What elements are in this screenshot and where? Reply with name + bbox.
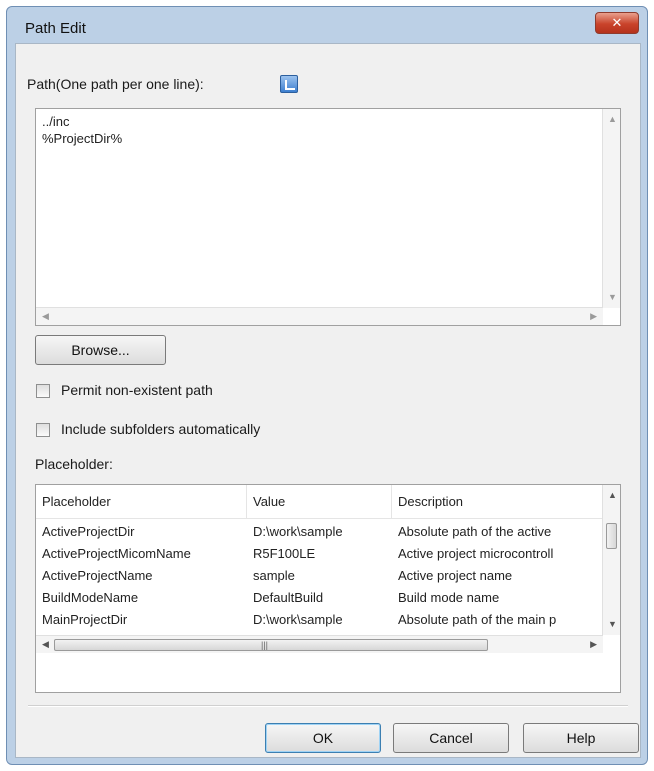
cancel-button[interactable]: Cancel [393, 723, 509, 753]
table-vertical-scrollbar[interactable]: ▲ ▼ [602, 485, 620, 635]
include-subfolders-checkbox[interactable] [36, 423, 50, 437]
dialog-title: Path Edit [25, 20, 86, 37]
vertical-scroll-thumb[interactable] [606, 523, 617, 549]
column-header-placeholder[interactable]: Placeholder [36, 485, 247, 519]
cell-placeholder: ActiveProjectMicomName [42, 546, 191, 561]
scroll-up-icon[interactable]: ▲ [608, 490, 617, 500]
cell-description: Active project name [398, 568, 513, 583]
table-row[interactable]: ActiveProjectMicomName R5F100LE Active p… [36, 543, 604, 565]
table-row[interactable]: ActiveProjectName sample Active project … [36, 565, 604, 587]
scroll-up-icon[interactable]: ▲ [608, 114, 617, 124]
table-header: Placeholder Value Description [36, 485, 604, 519]
path-help-icon[interactable] [280, 75, 298, 93]
cell-description: Absolute path of the main p [398, 612, 557, 627]
include-subfolders-label[interactable]: Include subfolders automatically [61, 421, 260, 437]
cell-placeholder: ActiveProjectName [42, 568, 153, 583]
placeholder-label: Placeholder: [35, 456, 113, 472]
placeholder-table[interactable]: Placeholder Value Description ActiveProj… [35, 484, 621, 693]
dialog-body: Path(One path per one line): ../inc %Pro… [15, 43, 641, 758]
cell-description: Absolute path of the active [398, 524, 552, 539]
table-horizontal-scrollbar[interactable]: ◀ ||| ▶ [36, 635, 603, 653]
browse-button[interactable]: Browse... [35, 335, 166, 365]
column-header-value[interactable]: Value [247, 485, 392, 519]
scroll-down-icon[interactable]: ▼ [608, 292, 617, 302]
table-row[interactable]: BuildModeName DefaultBuild Build mode na… [36, 587, 604, 609]
footer-separator [28, 705, 628, 707]
path-edit-dialog: Path Edit ✕ Path(One path per one line):… [6, 6, 648, 765]
cell-value: R5F100LE [253, 546, 316, 561]
cell-description: Active project microcontroll [398, 546, 554, 561]
scroll-left-icon[interactable]: ◀ [42, 639, 49, 650]
cell-value: DefaultBuild [253, 590, 324, 605]
close-button[interactable]: ✕ [595, 12, 639, 34]
permit-nonexistent-label[interactable]: Permit non-existent path [61, 382, 213, 398]
cell-description: Build mode name [398, 590, 500, 605]
grip-icon: ||| [261, 640, 269, 650]
table-row[interactable]: ActiveProjectDir D:\work\sample Absolute… [36, 521, 604, 543]
cell-placeholder: ActiveProjectDir [42, 524, 135, 539]
scroll-down-icon[interactable]: ▼ [608, 619, 617, 629]
cell-value: sample [253, 568, 295, 583]
title-bar[interactable]: Path Edit ✕ [7, 7, 647, 47]
horizontal-scroll-thumb[interactable]: ||| [54, 639, 488, 651]
path-text: ../inc %ProjectDir% [42, 114, 123, 146]
cell-value: D:\work\sample [253, 524, 343, 539]
ok-button[interactable]: OK [265, 723, 381, 753]
table-row[interactable]: MainProjectDir D:\work\sample Absolute p… [36, 609, 604, 631]
help-button[interactable]: Help [523, 723, 639, 753]
permit-nonexistent-checkbox[interactable] [36, 384, 50, 398]
scroll-right-icon[interactable]: ▶ [590, 639, 597, 650]
close-icon: ✕ [611, 15, 623, 30]
path-vertical-scrollbar[interactable]: ▲ ▼ [602, 109, 620, 308]
path-horizontal-scrollbar[interactable]: ◀ ▶ [36, 307, 603, 325]
cell-placeholder: MainProjectDir [42, 612, 128, 627]
path-textarea[interactable]: ../inc %ProjectDir% ▲ ▼ ◀ ▶ [35, 108, 621, 326]
cell-placeholder: BuildModeName [42, 590, 139, 605]
scroll-left-icon[interactable]: ◀ [42, 311, 49, 322]
column-header-description[interactable]: Description [392, 485, 604, 519]
cell-value: D:\work\sample [253, 612, 343, 627]
path-label: Path(One path per one line): [27, 76, 204, 92]
scroll-right-icon[interactable]: ▶ [590, 311, 597, 322]
